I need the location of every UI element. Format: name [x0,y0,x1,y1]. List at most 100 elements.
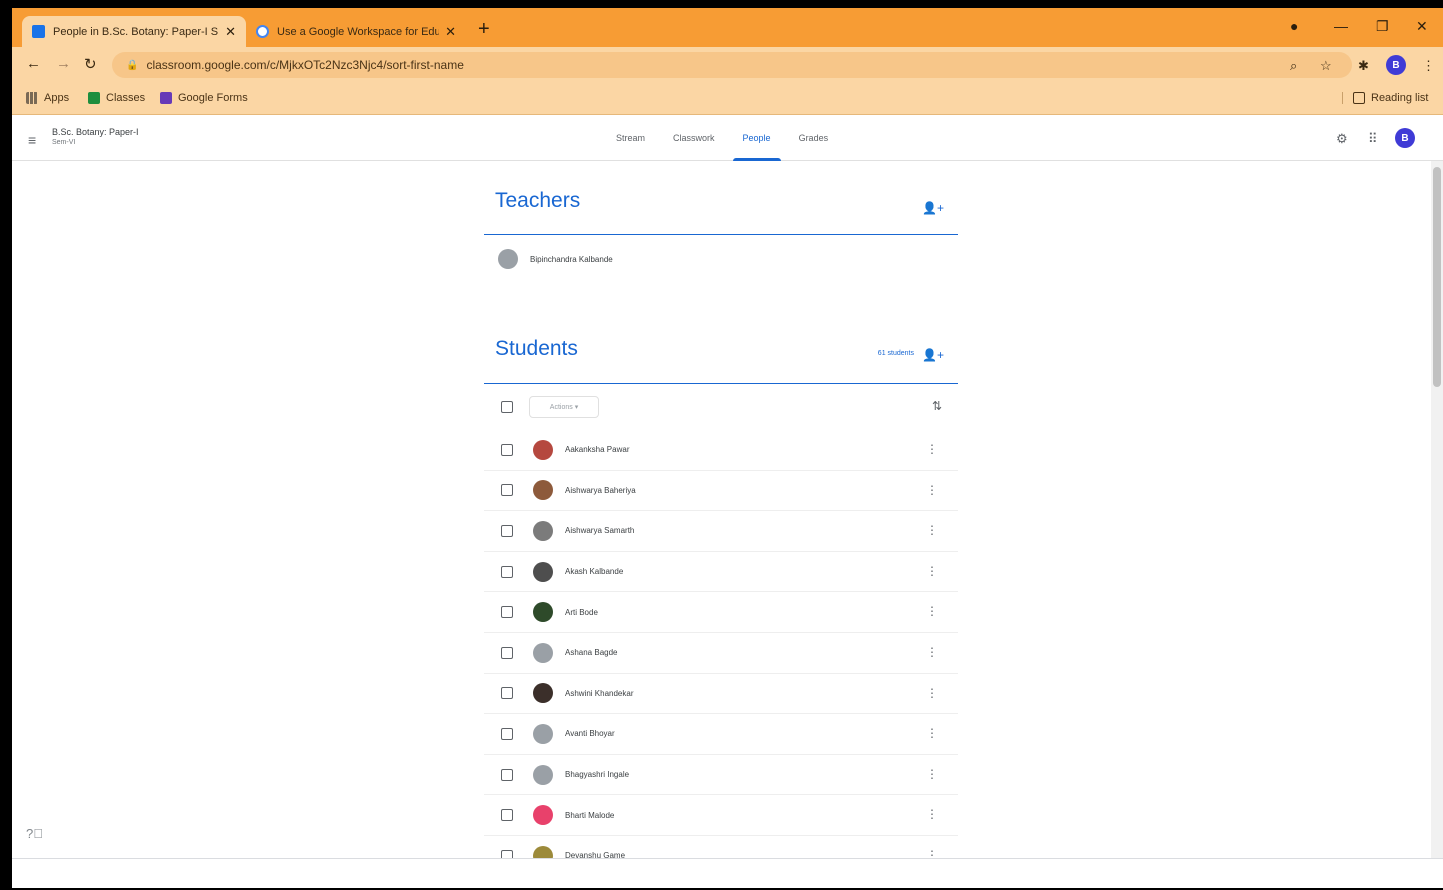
record-icon[interactable]: ● [1290,18,1298,34]
tab-classwork[interactable]: Classwork [659,115,729,161]
back-arrow-icon[interactable]: ← [26,55,41,72]
menu-dots-icon[interactable]: ⋮ [1422,58,1435,74]
student-row[interactable]: Arti Bode ⋮ [484,592,958,633]
help-icon[interactable]: ?⃝ [26,826,43,841]
bookmark-apps[interactable]: Apps [26,92,69,104]
student-row[interactable]: Bharti Malode ⋮ [484,795,958,836]
scroll-thumb[interactable] [1433,167,1441,387]
tab-workspace[interactable]: Use a Google Workspace for Edu ✕ [246,16,466,47]
more-options-icon[interactable]: ⋮ [926,483,938,497]
apps-grid-icon[interactable]: ⠿ [1368,131,1378,147]
forms-icon [160,92,172,104]
students-header: Students 61 students 👤+ [484,315,958,384]
student-checkbox[interactable] [501,768,513,781]
avatar [533,764,553,785]
avatar [533,480,553,501]
student-name: Akash Kalbande [565,567,624,577]
student-name: Aakanksha Pawar [565,445,630,455]
avatar [533,602,553,623]
tab-grades[interactable]: Grades [785,115,843,161]
sort-icon[interactable]: ⇅ [932,399,942,413]
close-window-icon[interactable]: ✕ [1416,18,1428,35]
bookmark-label: Google Forms [178,92,248,104]
invite-teacher-icon[interactable]: 👤+ [922,201,944,215]
student-checkbox[interactable] [501,484,513,497]
bookmark-label: Classes [106,92,146,104]
more-options-icon[interactable]: ⋮ [926,564,938,578]
student-row[interactable]: Aishwarya Samarth ⋮ [484,511,958,552]
student-count: 61 students [877,350,914,357]
student-checkbox[interactable] [501,606,513,619]
bookmark-classes[interactable]: Classes [88,92,145,104]
student-row[interactable]: Ashana Bagde ⋮ [484,633,958,674]
address-bar[interactable]: 🔒 classroom.google.com/c/MjkxOTc2Nzc3Njc… [112,52,1352,78]
more-options-icon[interactable]: ⋮ [926,523,938,537]
select-all-checkbox[interactable] [501,401,513,413]
student-checkbox[interactable] [501,646,513,659]
forward-arrow-icon[interactable]: → [56,55,71,72]
minimize-icon[interactable]: — [1334,18,1348,34]
actions-row: Actions ▾ ⇅ [484,384,958,430]
reload-icon[interactable]: ↻ [84,55,97,73]
star-icon[interactable]: ☆ [1320,58,1332,74]
student-checkbox[interactable] [501,443,513,456]
tab-title: Use a Google Workspace for Edu [277,25,440,38]
avatar [533,683,553,704]
maximize-icon[interactable]: ❐ [1376,18,1389,35]
avatar [533,723,553,744]
tab-strip: People in B.Sc. Botany: Paper-I S ✕ Use … [12,8,1443,47]
tab-people[interactable]: People in B.Sc. Botany: Paper-I S ✕ [22,16,246,47]
extensions-icon[interactable]: ✱ [1358,58,1369,74]
tab-people[interactable]: People [729,115,785,161]
student-row[interactable]: Akash Kalbande ⋮ [484,552,958,593]
student-name: Aishwarya Baheriya [565,485,636,495]
more-options-icon[interactable]: ⋮ [926,767,938,781]
browser-toolbar: ← → ↻ 🔒 classroom.google.com/c/MjkxOTc2N… [12,47,1443,83]
student-row[interactable]: Bhagyashri Ingale ⋮ [484,755,958,796]
student-row[interactable]: Ashwini Khandekar ⋮ [484,674,958,715]
student-row[interactable]: Aakanksha Pawar ⋮ [484,430,958,471]
settings-gear-icon[interactable]: ⚙ [1336,131,1348,147]
more-options-icon[interactable]: ⋮ [926,686,938,700]
student-row[interactable]: Avanti Bhoyar ⋮ [484,714,958,755]
teacher-row[interactable]: Bipinchandra Kalbande [484,235,958,283]
avatar [533,642,553,663]
teachers-title: Teachers [495,189,581,212]
student-checkbox[interactable] [501,565,513,578]
classroom-header: ≡ B.Sc. Botany: Paper-I Sem-VI Stream Cl… [12,115,1443,161]
url-text: classroom.google.com/c/MjkxOTc2Nzc3Njc4/… [146,58,464,72]
student-name: Bhagyashri Ingale [565,770,630,780]
close-icon[interactable]: ✕ [225,24,236,40]
reading-list-label: Reading list [1371,92,1429,104]
class-title[interactable]: B.Sc. Botany: Paper-I [52,127,139,137]
more-options-icon[interactable]: ⋮ [926,645,938,659]
plus-icon[interactable]: + [478,18,490,41]
close-icon[interactable]: ✕ [445,24,456,40]
bookmark-google-forms[interactable]: Google Forms [160,92,248,104]
more-options-icon[interactable]: ⋮ [926,807,938,821]
zoom-icon[interactable]: ⌕ [1290,58,1297,74]
more-options-icon[interactable]: ⋮ [926,604,938,618]
class-section: Sem-VI [52,139,76,146]
student-name: Aishwarya Samarth [565,526,635,536]
google-favicon-icon [256,25,269,38]
student-checkbox[interactable] [501,687,513,700]
actions-dropdown[interactable]: Actions ▾ [529,396,599,418]
tab-stream[interactable]: Stream [602,115,659,161]
student-checkbox[interactable] [501,809,513,822]
tab-title: People in B.Sc. Botany: Paper-I S [53,25,219,38]
student-checkbox[interactable] [501,727,513,740]
hamburger-menu-icon[interactable]: ≡ [28,132,36,148]
more-options-icon[interactable]: ⋮ [926,726,938,740]
invite-student-icon[interactable]: 👤+ [922,348,944,362]
student-row[interactable]: Aishwarya Baheriya ⋮ [484,471,958,512]
profile-avatar[interactable]: B [1386,55,1406,75]
avatar [533,520,553,541]
scrollbar[interactable] [1431,161,1443,858]
account-avatar[interactable]: B [1395,128,1415,148]
more-options-icon[interactable]: ⋮ [926,442,938,456]
bookmarks-bar: Apps Classes Google Forms Reading list [12,83,1443,115]
student-checkbox[interactable] [501,524,513,537]
avatar [533,805,553,826]
reading-list[interactable]: Reading list [1342,92,1428,104]
